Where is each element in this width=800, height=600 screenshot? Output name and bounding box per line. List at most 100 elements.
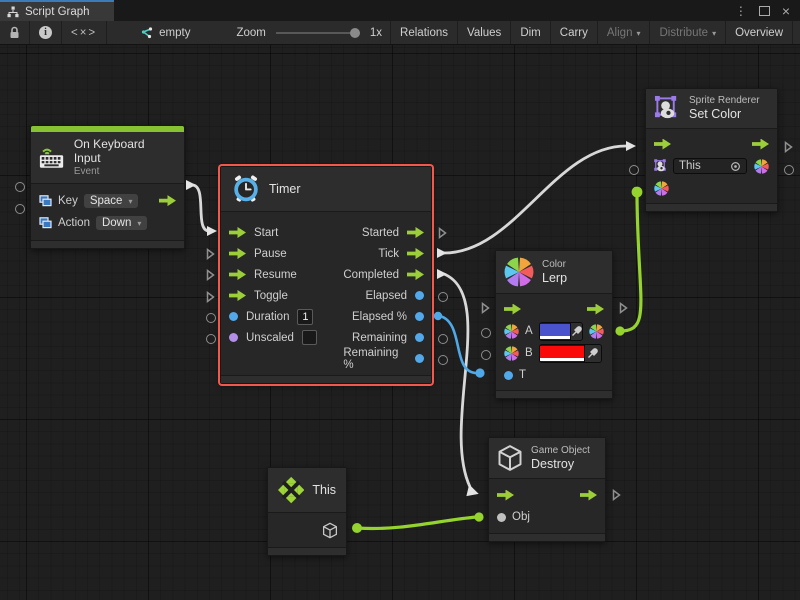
eyedropper-icon[interactable]: [570, 323, 582, 340]
duration-value-field[interactable]: 1: [297, 309, 313, 325]
port-duration-ext[interactable]: [206, 313, 216, 323]
port-flow-out[interactable]: [752, 139, 769, 150]
node-header: Sprite Renderer Set Color: [646, 89, 777, 129]
color-a-swatch[interactable]: [540, 324, 570, 339]
game-object-port-icon[interactable]: [322, 522, 338, 539]
target-field[interactable]: This: [673, 158, 747, 174]
node-footer: [496, 390, 612, 398]
sprite-renderer-port-icon[interactable]: [654, 159, 668, 173]
port-renderer-out[interactable]: [754, 159, 769, 174]
unscaled-checkbox[interactable]: [302, 330, 317, 345]
port-started-out[interactable]: [407, 227, 424, 238]
lock-button[interactable]: [0, 21, 30, 44]
port-started-ext[interactable]: [438, 227, 447, 239]
port-unscaled-ext[interactable]: [206, 334, 216, 344]
node-set-color[interactable]: Sprite Renderer Set Color This: [645, 88, 778, 212]
port-key-in[interactable]: [15, 182, 25, 192]
self-icon: [278, 476, 304, 504]
tab-script-graph[interactable]: Script Graph: [0, 0, 114, 21]
port-pause-ext[interactable]: [206, 248, 215, 260]
port-elapsed-out[interactable]: [415, 291, 424, 300]
node-title: On Keyboard Input: [74, 138, 174, 166]
port-unscaled-in[interactable]: [229, 333, 238, 342]
port-resume-ext[interactable]: [206, 269, 215, 281]
chevron-down-icon: ▾: [636, 29, 640, 38]
values-button[interactable]: Values: [457, 21, 510, 44]
color-port-icon[interactable]: [504, 346, 519, 361]
code-view-button[interactable]: <×>: [62, 21, 107, 44]
key-dropdown[interactable]: Space ▾: [84, 194, 139, 208]
port-action-in[interactable]: [15, 204, 25, 214]
port-remaining-pct-ext[interactable]: [438, 355, 448, 365]
color-b-field[interactable]: [539, 344, 602, 363]
timer-icon: [231, 174, 261, 204]
port-flow-in[interactable]: [654, 139, 671, 150]
color-a-field[interactable]: [539, 322, 583, 341]
port-resume-in[interactable]: [229, 269, 246, 280]
port-completed-out[interactable]: [407, 269, 424, 280]
node-on-keyboard-input[interactable]: On Keyboard Input Event Key Space ▾: [30, 125, 185, 249]
target-picker-icon[interactable]: [730, 161, 741, 172]
node-footer: [268, 547, 346, 555]
port-a-ext[interactable]: [481, 328, 491, 338]
port-obj-in[interactable]: [497, 513, 506, 522]
color-b-swatch[interactable]: [540, 346, 584, 361]
port-flow-out[interactable]: [587, 304, 604, 315]
window-menu-icon[interactable]: ⋮: [735, 5, 747, 17]
info-button[interactable]: i: [30, 21, 62, 44]
node-timer[interactable]: Timer Start Pause Resume Toggle Duration…: [220, 166, 432, 384]
zoom-slider-handle[interactable]: [350, 28, 360, 38]
overview-button[interactable]: Overview: [725, 21, 792, 44]
port-start-in[interactable]: [229, 227, 246, 238]
relations-button[interactable]: Relations: [390, 21, 457, 44]
node-title: Lerp: [542, 271, 567, 285]
game-object-icon: [497, 444, 523, 472]
node-this[interactable]: This: [267, 467, 347, 556]
port-elapsed-pct-out[interactable]: [415, 312, 424, 321]
port-flow-in[interactable]: [504, 304, 521, 315]
node-subtitle: Event: [74, 166, 174, 177]
port-target-ext[interactable]: [629, 165, 639, 175]
maximize-icon[interactable]: [759, 6, 770, 16]
node-title: This: [312, 483, 336, 497]
port-color-in[interactable]: [654, 181, 669, 196]
close-icon[interactable]: ×: [782, 4, 790, 18]
node-destroy[interactable]: Game Object Destroy Obj: [488, 437, 606, 542]
port-t-in[interactable]: [504, 371, 513, 380]
align-button[interactable]: Align ▾: [597, 21, 650, 44]
port-color-out[interactable]: [589, 324, 604, 339]
port-b-ext[interactable]: [481, 350, 491, 360]
fullscreen-button[interactable]: Full Screen: [792, 21, 800, 44]
port-toggle-ext[interactable]: [206, 291, 215, 303]
tab-title: Script Graph: [25, 6, 90, 18]
eyedropper-icon[interactable]: [584, 345, 601, 362]
dim-button[interactable]: Dim: [510, 21, 549, 44]
port-toggle-in[interactable]: [229, 290, 246, 301]
port-renderer-ext[interactable]: [784, 165, 794, 175]
carry-button[interactable]: Carry: [550, 21, 597, 44]
zoom-slider[interactable]: [276, 32, 360, 34]
port-remaining-out[interactable]: [415, 333, 424, 342]
port-flow-out-ext[interactable]: [612, 489, 621, 501]
lock-icon: [9, 26, 20, 39]
port-tick-out[interactable]: [407, 248, 424, 259]
color-port-icon[interactable]: [504, 324, 519, 339]
port-pause-in[interactable]: [229, 248, 246, 259]
port-trigger-out[interactable]: [159, 195, 176, 206]
code-icon: <×>: [71, 27, 97, 39]
b-port-label: B: [525, 347, 533, 359]
port-flow-out-ext[interactable]: [784, 141, 793, 153]
action-dropdown[interactable]: Down ▾: [96, 216, 147, 230]
port-remaining-pct-out[interactable]: [415, 354, 424, 363]
graph-reference[interactable]: empty: [131, 21, 198, 44]
port-duration-in[interactable]: [229, 312, 238, 321]
port-elapsed-ext[interactable]: [438, 292, 448, 302]
port-flow-out-ext[interactable]: [619, 302, 628, 314]
port-remaining-ext[interactable]: [438, 334, 448, 344]
port-flow-out[interactable]: [580, 490, 597, 501]
node-color-lerp[interactable]: Color Lerp A B: [495, 250, 613, 399]
port-flow-in-ext[interactable]: [481, 302, 490, 314]
port-flow-in[interactable]: [497, 490, 514, 501]
zoom-label: Zoom: [236, 27, 265, 39]
distribute-button[interactable]: Distribute ▾: [649, 21, 725, 44]
